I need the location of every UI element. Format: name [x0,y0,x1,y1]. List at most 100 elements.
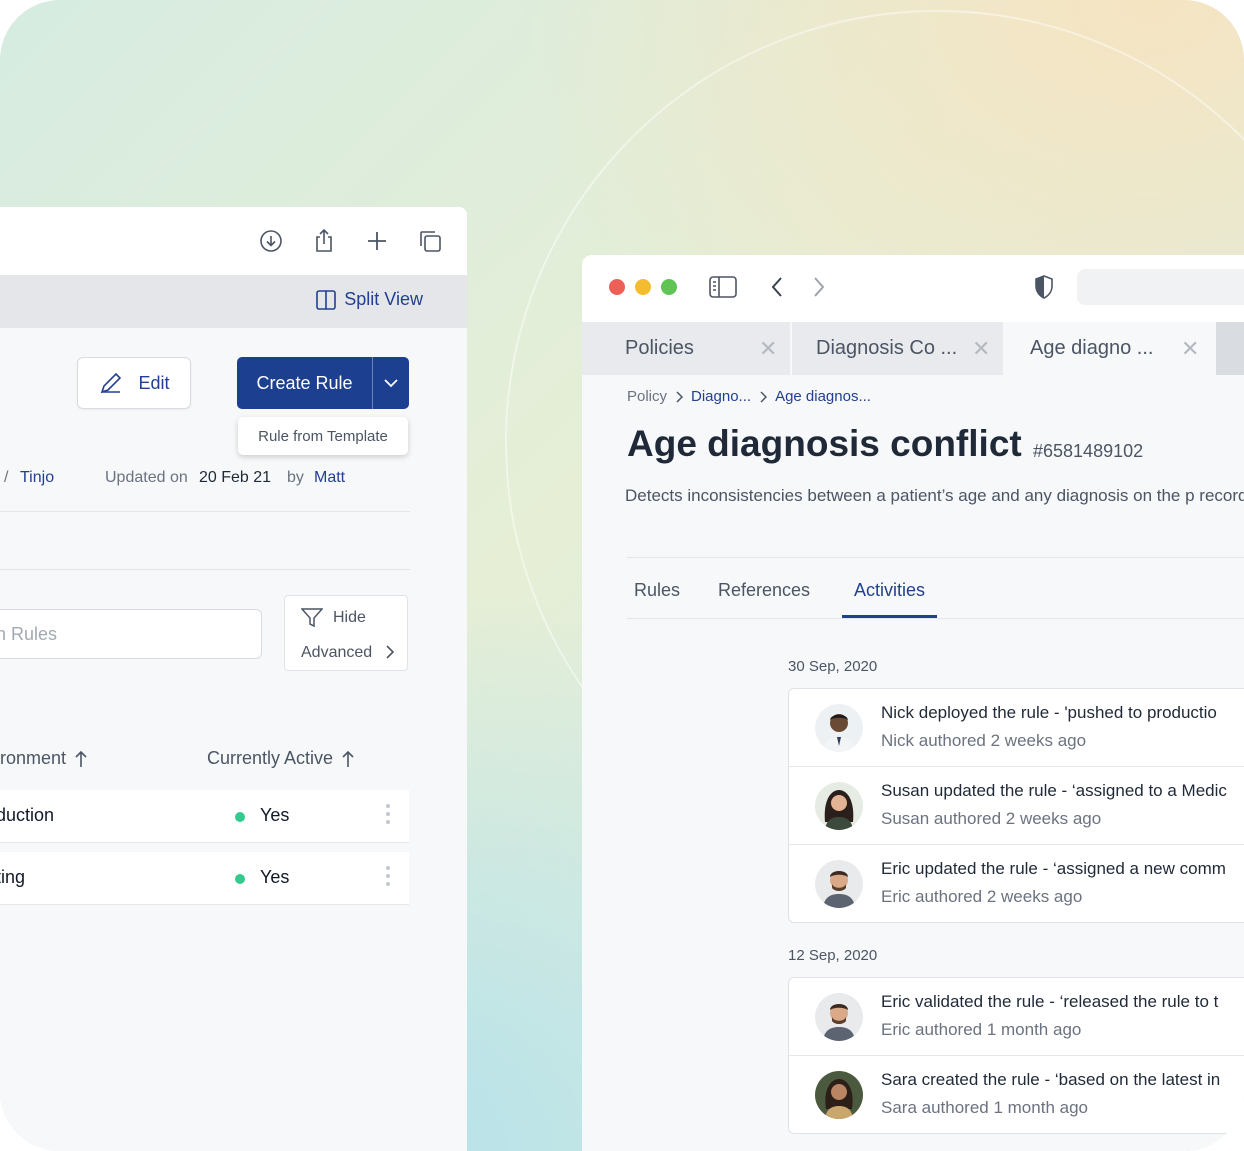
page-title: Age diagnosis conflict [627,423,1022,464]
row-environment: ting [0,867,26,887]
chevron-right-icon [386,645,395,659]
tab-diagnosis[interactable]: Diagnosis Co ... ✕ [792,322,1003,375]
forward-arrow-icon[interactable] [812,276,826,298]
create-rule-button[interactable]: Create Rule [237,357,372,409]
row-more-icon[interactable] [386,866,390,886]
active-status-dot [235,874,245,884]
active-status-dot [235,812,245,822]
split-view-label: Split View [344,289,423,309]
activity-subtitle: Susan authored 2 weeks ago [881,809,1102,828]
browser-toolbar [582,255,1244,323]
close-tab-icon[interactable]: ✕ [1181,336,1199,362]
policy-description: Detects inconsistencies between a patien… [625,486,1244,505]
column-header-currently-active[interactable]: Currently Active [207,748,355,769]
activity-subtitle: Nick authored 2 weeks ago [881,731,1087,750]
address-bar[interactable] [1077,269,1244,305]
rule-from-template-option[interactable]: Rule from Template [238,417,408,455]
tab-bar: Policies ✕ Diagnosis Co ... ✕ Age diagno… [582,322,1244,375]
split-view-button[interactable]: Split View [316,289,423,310]
activity-date: 30 Sep, 2020 [788,658,878,675]
tab-policies[interactable]: Policies ✕ [582,322,790,375]
background: Split View Edit Create Rule Rule from Te… [0,0,1244,1151]
row-environment: duction [0,805,55,825]
activity-item[interactable]: Eric validated the rule - ‘released the … [789,978,1244,1056]
tab-label: Diagnosis Co ... [816,337,958,359]
activity-title: Sara created the rule - ‘based on the la… [881,1070,1221,1089]
avatar [815,860,863,908]
filter-label-hide: Hide [333,609,366,626]
activity-item[interactable]: Sara created the rule - ‘based on the la… [789,1056,1244,1133]
sort-arrow-up-icon [75,750,87,767]
plus-icon[interactable] [362,226,392,256]
chevron-right-icon [676,390,684,403]
breadcrumb-middle[interactable]: Diagno... [691,388,751,405]
activity-item[interactable]: Susan updated the rule - ‘assigned to a … [789,767,1244,845]
table-row[interactable]: ting Yes [0,852,409,905]
activity-subtitle: Eric authored 2 weeks ago [881,887,1083,906]
maximize-window-button[interactable] [661,279,677,295]
breadcrumb-root[interactable]: Policy [627,388,667,405]
tab-label: Age diagno ... [1030,337,1154,359]
activity-title: Eric validated the rule - ‘released the … [881,992,1219,1011]
edit-button[interactable]: Edit [77,357,191,409]
activity-card: Nick deployed the rule - 'pushed to prod… [788,688,1244,923]
divider [0,511,410,512]
chevron-down-icon [384,379,398,388]
updated-by-link[interactable]: Matt [314,469,345,487]
column-header-environment[interactable]: ironment [0,748,88,769]
activity-subtitle: Sara authored 1 month ago [881,1098,1088,1117]
column-label: ironment [0,748,67,768]
tab-rules[interactable]: Rules [634,580,680,601]
column-label: Currently Active [207,748,334,768]
close-tab-icon[interactable]: ✕ [759,336,777,362]
close-tab-icon[interactable]: ✕ [972,336,990,362]
right-window: Policies ✕ Diagnosis Co ... ✕ Age diagno… [582,255,1244,1151]
activity-subtitle: Eric authored 1 month ago [881,1020,1082,1039]
copy-icon[interactable] [415,226,445,256]
activity-title: Nick deployed the rule - 'pushed to prod… [881,703,1217,722]
search-placeholder: rch Rules [0,623,58,644]
tab-activities[interactable]: Activities [854,580,925,601]
by-label: by [287,469,304,486]
policy-id: #6581489102 [1033,441,1144,461]
avatar [815,704,863,752]
row-more-icon[interactable] [386,804,390,824]
filter-label-advanced: Advanced [301,644,373,661]
avatar [815,782,863,830]
split-view-icon [316,289,337,310]
table-row[interactable]: duction Yes [0,790,409,843]
create-rule-dropdown-toggle[interactable] [372,357,409,409]
tab-age-diagnosis[interactable]: Age diagno ... ✕ [1005,322,1214,375]
minimize-window-button[interactable] [635,279,651,295]
breadcrumb-current[interactable]: Age diagnos... [775,388,871,405]
divider [0,569,410,570]
sidebar-toggle-icon[interactable] [709,276,737,298]
share-icon[interactable] [309,226,339,256]
close-window-button[interactable] [609,279,625,295]
search-rules-input[interactable]: rch Rules [0,609,262,659]
tab-label: Policies [625,337,694,359]
pencil-icon [101,372,122,394]
filter-icon [301,608,323,628]
author-link[interactable]: Tinjo [20,469,54,487]
hide-advanced-filter-button[interactable]: Hide Advanced [284,595,408,671]
split-view-bar: Split View [0,275,467,328]
updated-on-label: Updated on [105,469,188,486]
activity-date: 12 Sep, 2020 [788,947,878,964]
updated-date: 20 Feb 21 [199,469,272,486]
avatar [815,993,863,1041]
download-icon[interactable] [256,226,286,256]
create-rule-button-group: Create Rule [237,357,409,409]
row-active-value: Yes [260,805,290,825]
meta-separator: / [4,469,9,486]
left-window: Split View Edit Create Rule Rule from Te… [0,207,467,1151]
back-arrow-icon[interactable] [770,276,784,298]
privacy-shield-icon[interactable] [1034,275,1054,299]
activity-title: Susan updated the rule - ‘assigned to a … [881,781,1227,800]
activity-card: Eric validated the rule - ‘released the … [788,977,1244,1134]
activity-item[interactable]: Eric updated the rule - ‘assigned a new … [789,845,1244,922]
activity-item[interactable]: Nick deployed the rule - 'pushed to prod… [789,689,1244,767]
tab-references[interactable]: References [718,580,810,601]
edit-label: Edit [138,372,170,393]
tab-overflow [1216,322,1244,375]
